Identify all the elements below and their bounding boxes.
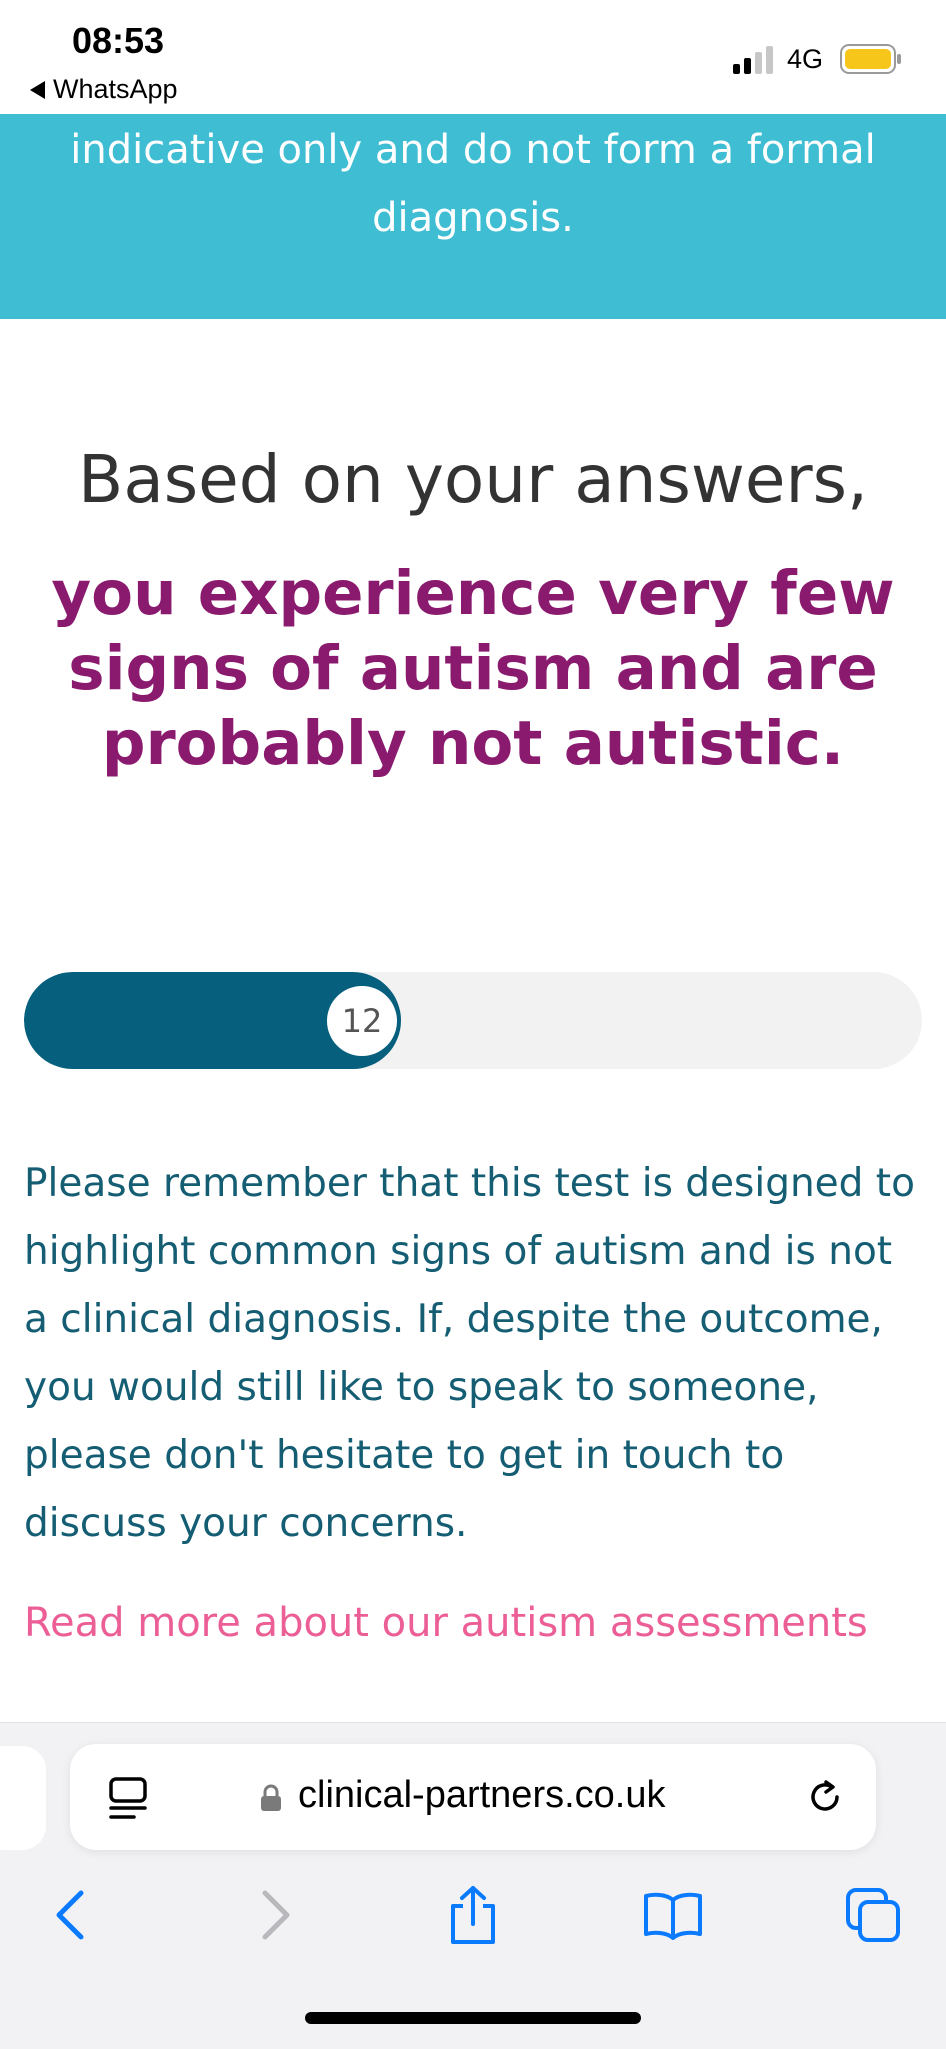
forward-icon	[262, 1890, 290, 1940]
status-time: 08:53	[72, 20, 165, 61]
back-app-label: WhatsApp	[53, 74, 178, 104]
share-button[interactable]	[438, 1880, 508, 1950]
page-menu-icon[interactable]	[108, 1776, 148, 1820]
result-lead-heading: Based on your answers,	[78, 441, 868, 518]
read-more-link[interactable]: Read more about our autism assessments	[24, 1600, 868, 1646]
back-button[interactable]	[36, 1880, 106, 1950]
status-bar: 08:53 WhatsApp 4G	[0, 0, 946, 114]
address-bar[interactable]: clinical-partners.co.uk	[70, 1744, 876, 1850]
banner-text: indicative only and do not form a formal…	[70, 127, 876, 241]
back-triangle-icon	[30, 80, 45, 99]
share-icon	[451, 1886, 495, 1944]
forward-button[interactable]	[240, 1880, 310, 1950]
disclaimer-banner: indicative only and do not form a formal…	[0, 114, 946, 319]
tabs-button[interactable]	[838, 1880, 908, 1950]
lock-icon	[261, 1784, 281, 1811]
back-icon	[56, 1890, 84, 1940]
score-bar: 12	[24, 972, 922, 1069]
previous-tab-preview[interactable]	[0, 1746, 46, 1850]
reload-icon[interactable]	[804, 1776, 846, 1818]
explanation-paragraph: Please remember that this test is design…	[24, 1161, 915, 1546]
home-indicator[interactable]	[305, 2012, 641, 2024]
signal-strength-icon	[733, 46, 773, 74]
bookmarks-button[interactable]	[638, 1880, 708, 1950]
bookmarks-icon	[644, 1892, 702, 1940]
score-value-badge: 12	[327, 986, 397, 1056]
result-outcome-heading: you experience very few signs of autism …	[51, 558, 895, 779]
url-text[interactable]: clinical-partners.co.uk	[298, 1774, 665, 1817]
network-type: 4G	[787, 44, 824, 74]
battery-icon	[840, 44, 901, 74]
tabs-icon	[846, 1888, 900, 1942]
score-bar-fill: 12	[24, 972, 401, 1069]
back-to-app-button[interactable]: WhatsApp	[30, 74, 178, 105]
